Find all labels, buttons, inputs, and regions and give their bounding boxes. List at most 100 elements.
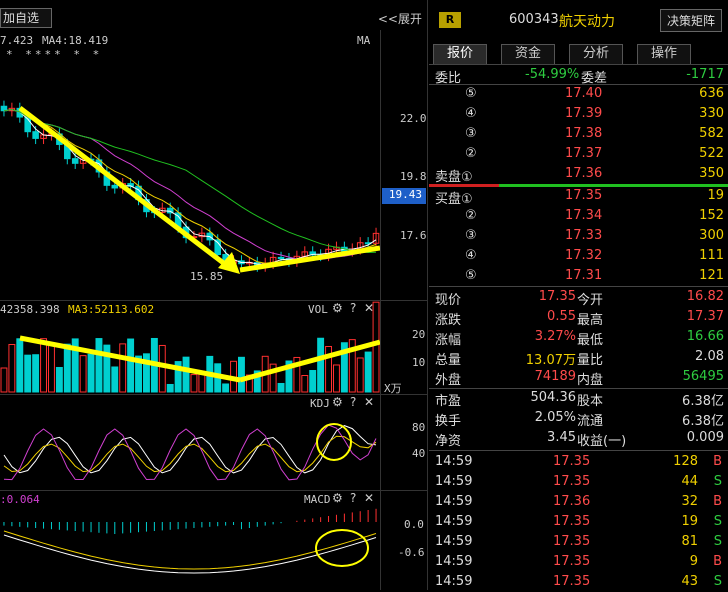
ask-volume: 582	[699, 126, 724, 141]
quote-row: 外盘 74189 内盘 56495	[429, 367, 728, 388]
macd-tick-2: -0.6	[398, 546, 425, 559]
volume-bar	[16, 338, 24, 393]
volume-bar	[95, 338, 103, 393]
volume-bar	[40, 338, 47, 393]
candle-body	[277, 256, 285, 260]
tick-volume: 43	[681, 574, 698, 589]
stat-label: 今开	[577, 293, 604, 308]
fund-row: 净资 3.45 收益(一) 0.009	[429, 428, 728, 449]
tick-side: S	[713, 474, 722, 489]
fund-label: 换手	[435, 414, 462, 429]
volume-bar	[48, 344, 55, 393]
volume-bar	[8, 344, 16, 393]
weicha-value: -1717	[686, 67, 724, 82]
vol-tick-1: 20	[412, 328, 426, 341]
ask-price: 17.37	[565, 146, 603, 161]
ask-row: ③ 17.38 582	[429, 124, 728, 144]
bid-price: 17.34	[565, 208, 603, 223]
tick-row: 14:59 17.35 9 B	[429, 552, 728, 572]
volume-bar	[364, 351, 372, 393]
tick-row: 14:59 17.35 81 S	[429, 532, 728, 552]
fund-row: 换手 2.05% 流通 6.38亿	[429, 408, 728, 429]
ask-row: ② 17.37 522	[429, 144, 728, 164]
volume-bar	[0, 367, 8, 393]
fund-value: 3.45	[547, 430, 576, 445]
tick-time: 14:59	[435, 474, 473, 489]
weibi-row: 委比 -54.99% 委差 -1717	[429, 65, 728, 86]
volume-bar	[277, 382, 285, 393]
ask-row: ⑤ 17.40 636	[429, 84, 728, 104]
macd-line	[3, 534, 377, 574]
ask-price: 17.39	[565, 106, 603, 121]
volume-bar	[190, 374, 198, 393]
tab-quote[interactable]: 报价	[433, 44, 487, 64]
quote-panel: R 600343 航天动力 决策矩阵 报价 资金 分析 操作 委比 -54.99…	[429, 0, 728, 590]
weibi-value: -54.99%	[525, 67, 580, 82]
tick-volume: 19	[681, 514, 698, 529]
ask-level: ⑤	[465, 86, 477, 101]
tick-volume: 128	[673, 454, 698, 469]
bid-level: ⑤	[465, 268, 477, 283]
volume-bar	[238, 356, 245, 393]
bid-price: 17.32	[565, 248, 603, 263]
fund-label: 市盈	[435, 394, 462, 409]
fund-label: 收益(一)	[577, 434, 627, 449]
ask-price: 17.36	[565, 166, 603, 181]
stat-label: 最低	[577, 333, 604, 348]
tick-volume: 9	[689, 554, 698, 569]
stat-value: 16.82	[686, 289, 724, 304]
volume-bar	[87, 353, 95, 393]
ask-row: ④ 17.39 330	[429, 104, 728, 124]
tick-price: 17.35	[553, 534, 591, 549]
kdj-tick-2: 40	[412, 447, 426, 460]
price-tick-2: 19.8	[400, 170, 427, 183]
tick-volume: 44	[681, 474, 698, 489]
bid-price: 17.35	[565, 188, 603, 203]
tick-price: 17.35	[553, 554, 591, 569]
tick-price: 17.36	[553, 494, 591, 509]
candlesticks	[0, 100, 380, 272]
fund-value: 0.009	[686, 430, 724, 445]
macd-histogram	[3, 508, 377, 574]
tick-row: 14:59 17.35 19 S	[429, 512, 728, 532]
tick-volume: 81	[681, 534, 698, 549]
stat-label: 现价	[435, 293, 462, 308]
stat-value: 0.55	[547, 309, 576, 324]
tab-operate[interactable]: 操作	[637, 44, 691, 64]
quote-row: 涨幅 3.27% 最低 16.66	[429, 327, 728, 348]
bid-volume: 19	[707, 188, 724, 203]
vol-unit: X万	[384, 382, 402, 395]
tick-side: B	[713, 494, 722, 509]
vol-tick-2: 10	[412, 356, 426, 369]
bid-level: ④	[465, 248, 477, 263]
tick-side: B	[713, 454, 722, 469]
expand-button[interactable]: <<展开	[378, 10, 422, 27]
stat-value: 16.66	[686, 329, 724, 344]
annotations	[18, 106, 380, 567]
volume-bar	[119, 343, 127, 393]
trend-arrow-up	[239, 245, 380, 273]
tick-row: 14:59 17.35 44 S	[429, 472, 728, 492]
quote-row: 总量 13.07万 量比 2.08	[429, 347, 728, 368]
quote-tabs: 报价 资金 分析 操作	[433, 44, 705, 64]
volume-bar	[222, 383, 230, 393]
volume-bar	[24, 354, 32, 393]
tab-funds[interactable]: 资金	[501, 44, 555, 64]
stat-value: 74189	[534, 369, 576, 384]
stat-label: 总量	[435, 353, 462, 368]
ask-row: 卖盘① 17.36 350	[429, 164, 728, 185]
volume-bar	[182, 356, 190, 393]
tab-analysis[interactable]: 分析	[569, 44, 623, 64]
price-tick-1: 22.0	[400, 112, 427, 125]
rzrq-badge: R	[439, 12, 461, 28]
ask-volume: 350	[699, 166, 724, 181]
tick-side: S	[713, 574, 722, 589]
kline-chart-panel[interactable]: 加自选 <<展开 7.423 MA4:18.419 MA * **** * * …	[0, 0, 428, 590]
tick-time: 14:59	[435, 554, 473, 569]
fund-label: 股本	[577, 394, 604, 409]
ask-volume: 330	[699, 106, 724, 121]
bid-row: ③ 17.33 300	[429, 226, 728, 246]
decision-matrix-button[interactable]: 决策矩阵	[659, 9, 722, 32]
chart-drawing	[0, 100, 380, 574]
volume-bar	[127, 338, 135, 393]
